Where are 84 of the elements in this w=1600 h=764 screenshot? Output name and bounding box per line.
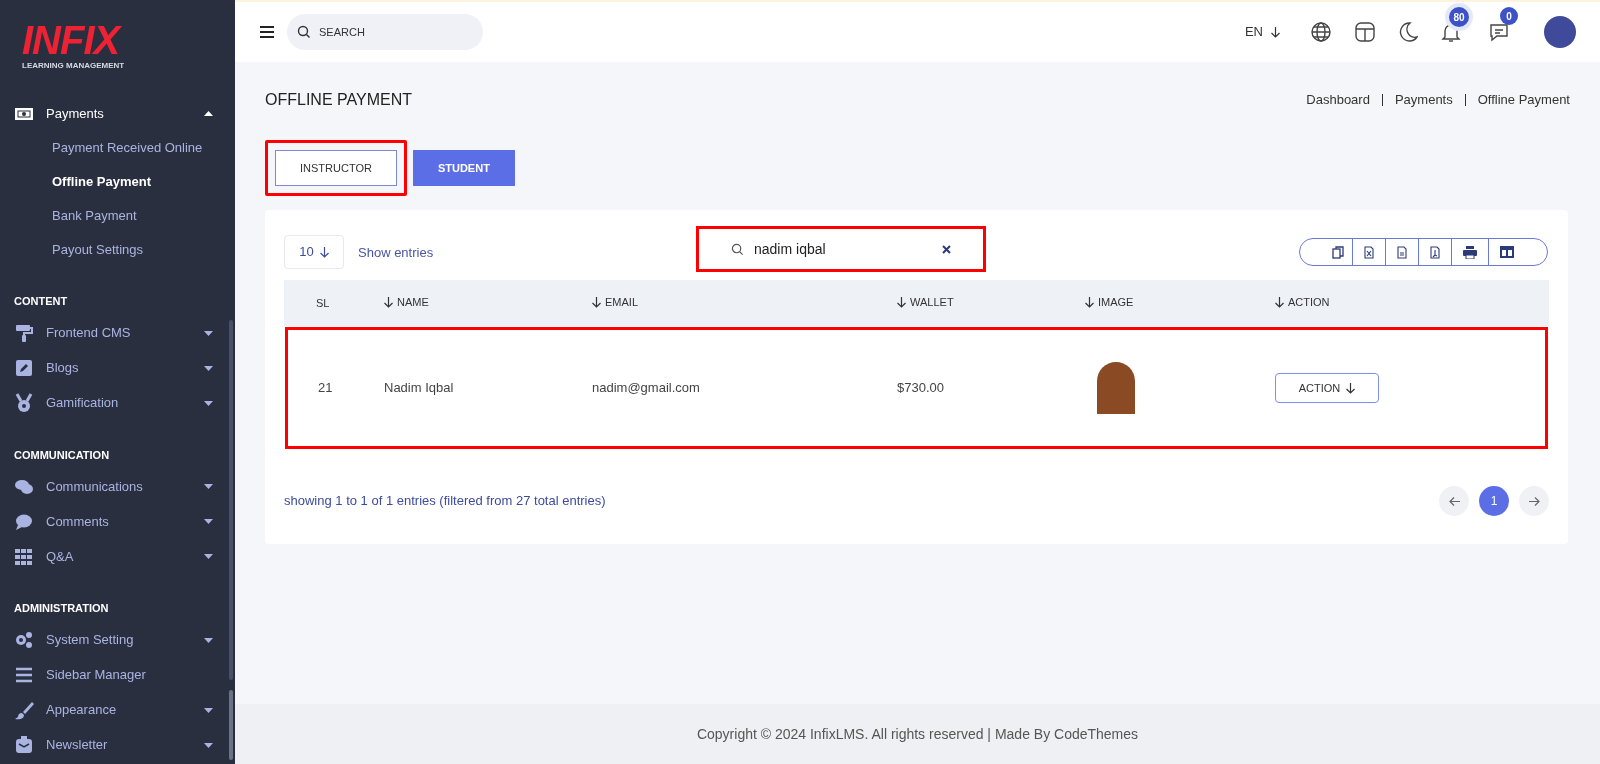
message-count: 0 [1500,7,1518,25]
page-button[interactable]: 1 [1479,486,1509,516]
previous-page-button[interactable] [1439,486,1469,516]
section-heading: ADMINISTRATION [13,601,110,616]
sidebar-item[interactable]: Payments [0,96,235,131]
tab[interactable]: INSTRUCTOR [275,150,397,186]
columns-icon[interactable] [1500,246,1514,258]
submenu-item[interactable]: Offline Payment [0,165,235,199]
envelope-badge-icon [14,735,34,755]
copyright-text: Copyright © 2024 InfixLMS. All rights reserved | Made By CodeThemes [696,724,1139,744]
down-arrow-icon [592,296,601,308]
down-arrow-icon [1271,26,1280,38]
section-heading: COMMUNICATION [13,447,111,463]
grid-icon [14,546,34,567]
submenu-item[interactable]: Bank Payment [0,199,235,233]
brush-icon [14,700,34,720]
down-arrow-icon [1275,296,1284,308]
search-input[interactable]: nadim iqbal [754,238,932,260]
paint-roller-icon [14,323,34,343]
tab[interactable]: STUDENT [412,150,515,186]
page-title: OFFLINE PAYMENT [265,90,412,110]
down-arrow-icon [1346,382,1356,394]
search-icon [731,242,744,256]
copy-icon[interactable] [1332,245,1344,259]
down-arrow-icon [1085,296,1094,308]
gears-icon [14,630,34,650]
breadcrumb-link[interactable]: Payments [1394,90,1453,110]
sidebar-item[interactable]: Blogs [0,350,235,386]
logo-tagline: LEARNING MANAGEMENT [22,60,125,72]
action-dropdown-button[interactable]: ACTION [1275,373,1379,403]
down-arrow-icon [384,296,393,308]
submenu-item[interactable]: Payout Settings [0,233,235,267]
bars-icon [14,665,34,685]
sidebar-item[interactable]: Sidebar Manager [0,657,235,693]
sidebar-item[interactable]: Frontend CMS [0,315,235,351]
column-header[interactable]: NAME [384,293,429,311]
edit-square-icon [14,358,34,378]
section-heading: CONTENT [13,294,69,309]
excel-file-icon[interactable] [1364,245,1374,259]
breadcrumb-link[interactable]: Offline Payment [1477,90,1570,110]
search-field[interactable]: nadim iqbal [696,226,986,272]
logo-wordmark: INFIX [22,22,120,58]
left-arrow-icon [1448,496,1460,506]
show-entries-label: Show entries [358,244,434,263]
table-cell: 21 [318,380,333,396]
table-info-text: showing 1 to 1 of 1 entries (filtered from 27 total entries) [284,492,606,511]
moon-icon[interactable] [1398,21,1418,43]
table-cell: $730.00 [897,380,944,396]
table-cell: Nadim Iqbal [384,380,454,396]
right-arrow-icon [1528,496,1540,506]
sidebar-item[interactable]: Q&A [0,539,235,574]
next-page-button[interactable] [1519,486,1549,516]
layout-icon[interactable] [1354,21,1376,43]
print-icon[interactable] [1463,245,1477,259]
language-selector[interactable]: EN [1244,22,1280,42]
avatar-placeholder [1097,362,1135,414]
chat-icon[interactable] [1488,21,1510,43]
column-header: SL [316,295,330,311]
user-avatar[interactable] [1544,16,1576,48]
menu-icon[interactable] [259,25,275,39]
down-arrow-icon [319,246,329,258]
clear-icon[interactable] [942,244,951,254]
search-icon [297,25,311,39]
column-header[interactable]: EMAIL [592,293,638,311]
column-header[interactable]: WALLET [897,293,954,311]
globe-icon[interactable] [1310,21,1332,43]
notification-count: 80 [1449,7,1469,27]
sidebar-item[interactable]: Newsletter [0,727,235,763]
down-arrow-icon [897,296,906,308]
column-header[interactable]: IMAGE [1085,293,1134,311]
column-header[interactable]: ACTION [1275,293,1330,311]
sidebar-item[interactable]: Gamification [0,385,235,421]
sidebar-item[interactable]: Communications [0,469,235,504]
sidebar-item[interactable]: Comments [0,504,235,539]
table-cell: nadim@gmail.com [592,380,700,396]
page-size-select[interactable]: 10 [284,235,344,269]
submenu-item[interactable]: Payment Received Online [0,131,235,165]
breadcrumb-link[interactable]: Dashboard [1306,90,1370,110]
csv-file-icon[interactable] [1397,245,1407,259]
sidebar-item[interactable]: System Setting [0,622,235,658]
search-field[interactable]: SEARCH [287,14,483,50]
medal-icon [14,393,34,413]
sidebar-item[interactable]: Appearance [0,692,235,728]
pdf-file-icon[interactable] [1430,245,1440,259]
